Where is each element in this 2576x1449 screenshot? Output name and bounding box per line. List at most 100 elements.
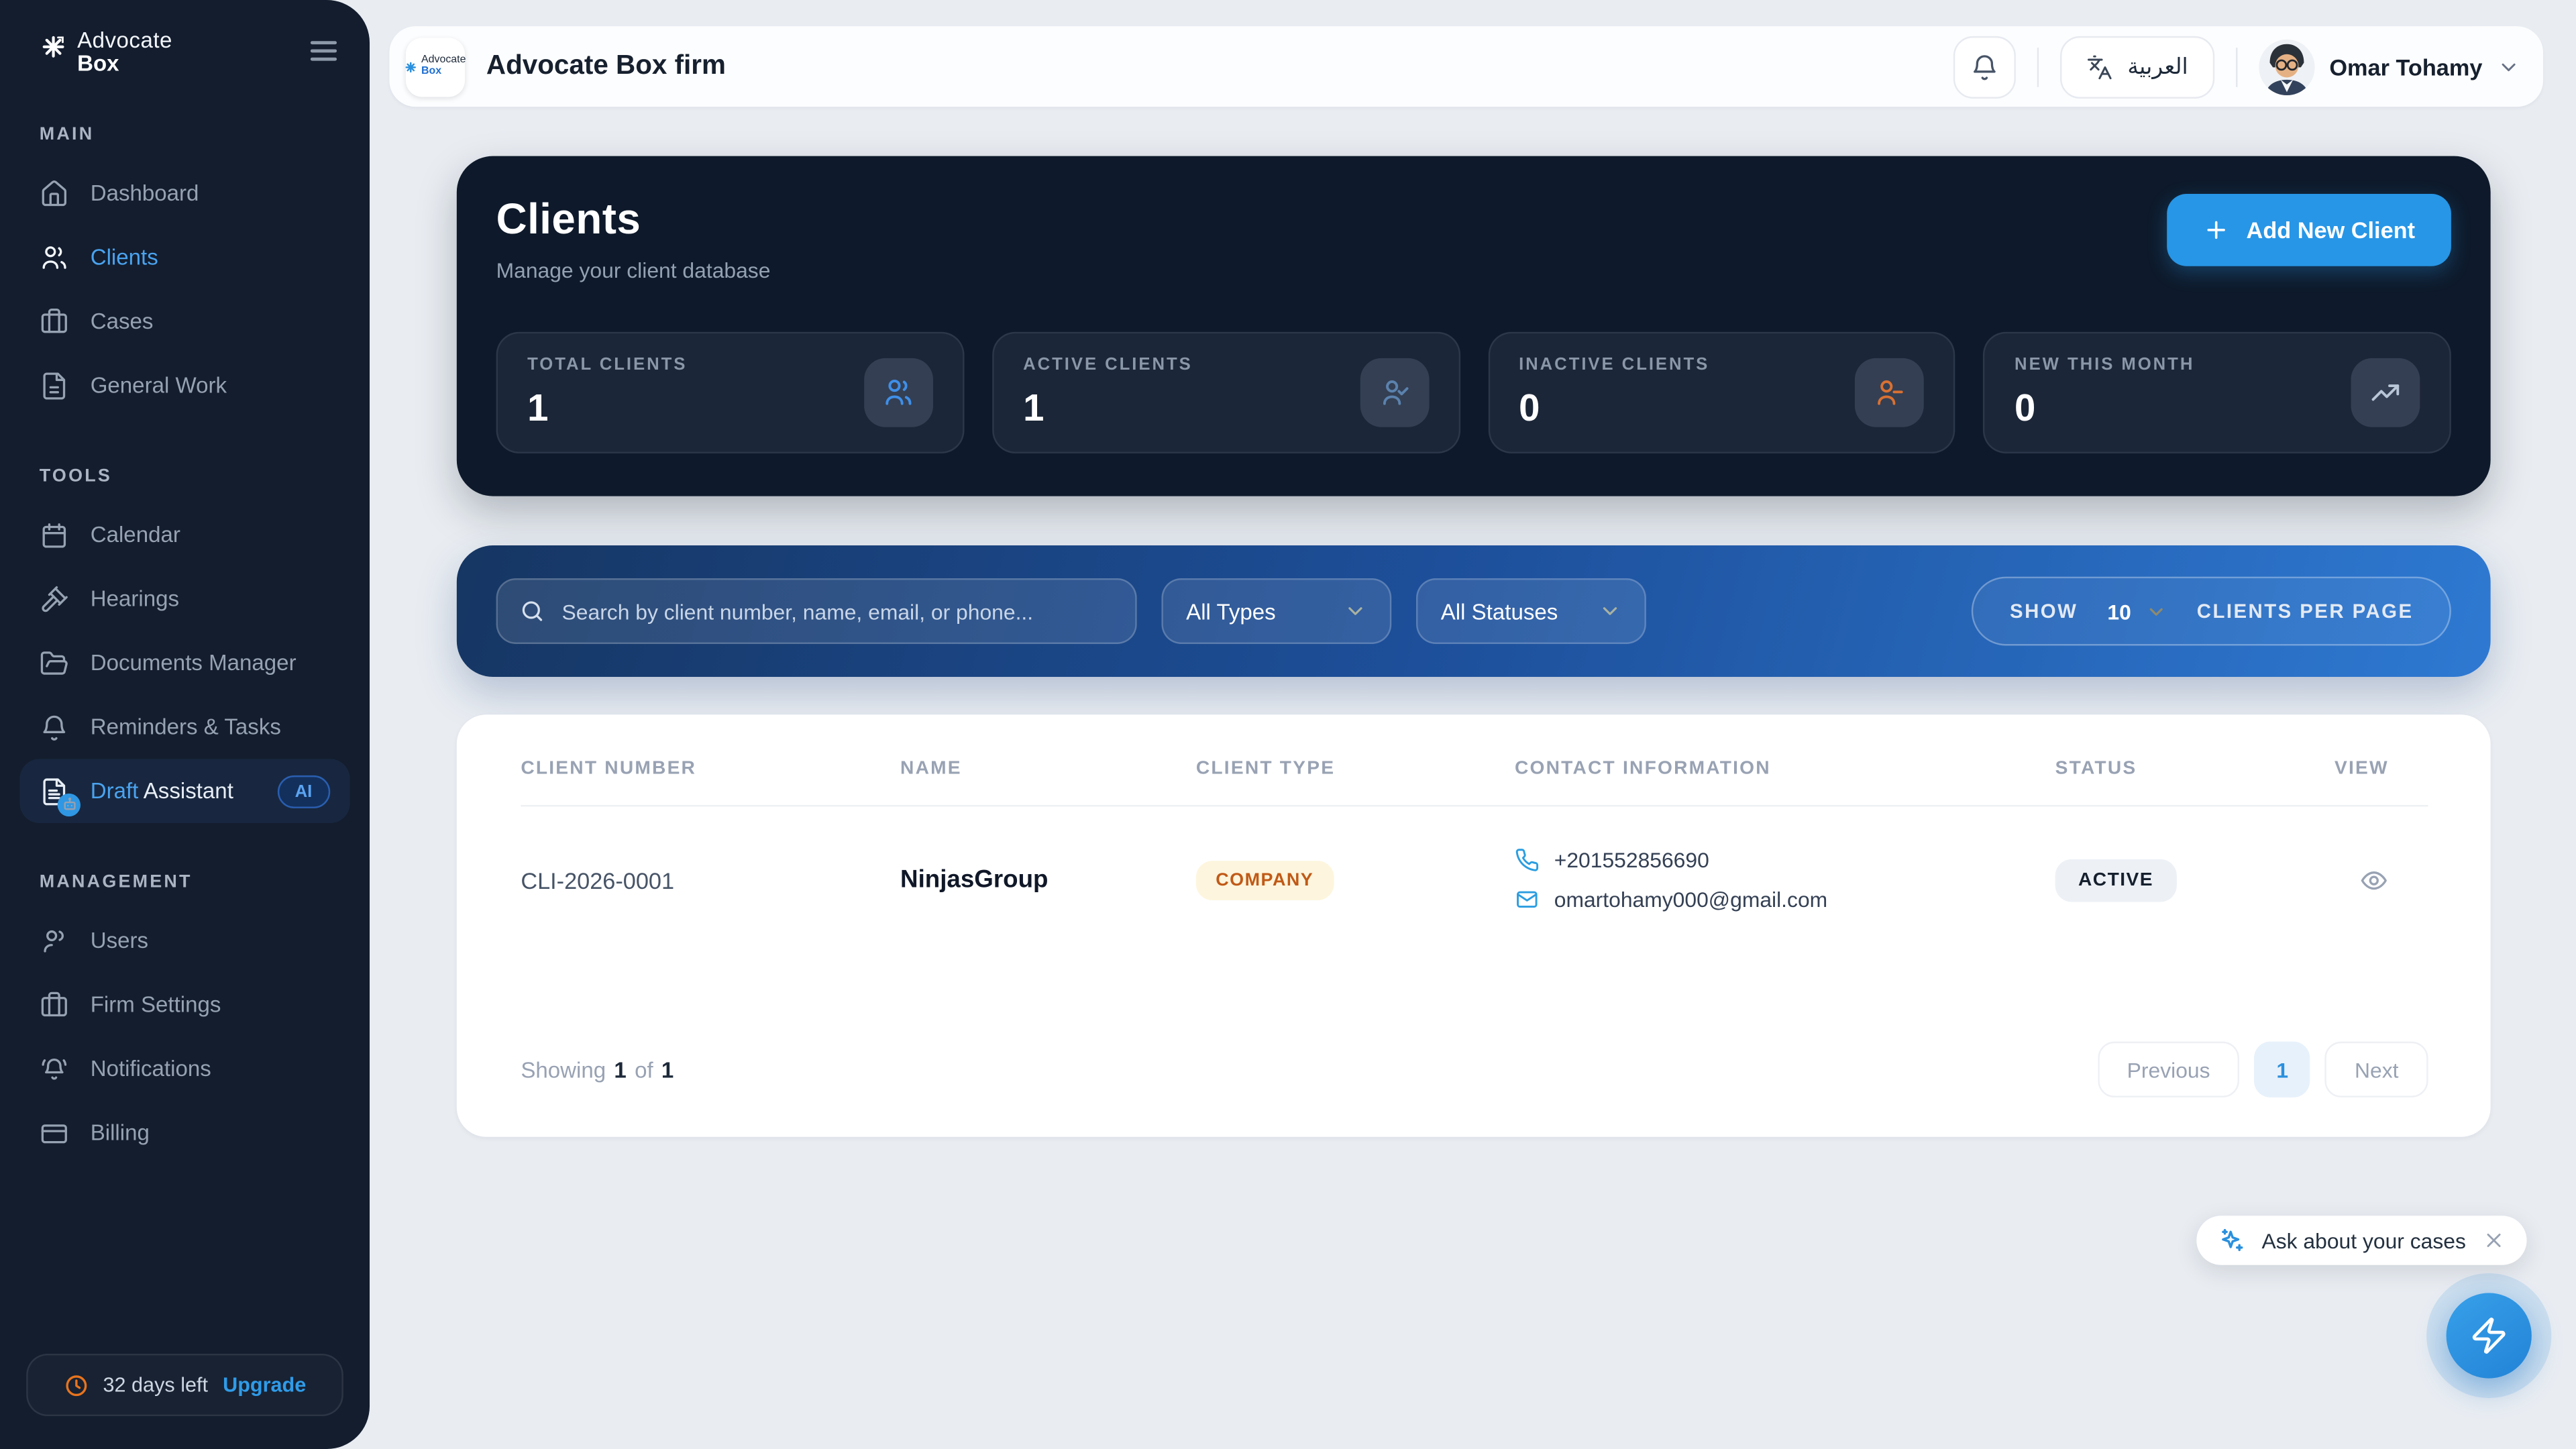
bell-icon bbox=[40, 712, 69, 742]
stat-value: 1 bbox=[1023, 386, 1193, 431]
sidebar-item-billing[interactable]: Billing bbox=[19, 1102, 350, 1166]
chevron-down-icon bbox=[1344, 600, 1366, 623]
column-header-client-number: CLIENT NUMBER bbox=[521, 759, 900, 778]
file-text-icon bbox=[40, 371, 69, 400]
assistant-tooltip-chip: Ask about your cases bbox=[2196, 1216, 2527, 1265]
show-label: SHOW bbox=[2010, 600, 2078, 623]
page-size-value: 10 bbox=[2107, 599, 2131, 624]
close-icon[interactable] bbox=[2482, 1229, 2505, 1252]
page-number-button[interactable]: 1 bbox=[2255, 1042, 2310, 1097]
sidebar-item-label: Documents Manager bbox=[91, 651, 297, 676]
briefcase-icon bbox=[40, 307, 69, 337]
stat-card-total-clients: TOTAL CLIENTS 1 bbox=[496, 332, 964, 453]
sidebar-item-users[interactable]: Users bbox=[19, 909, 350, 973]
sidebar-item-cases[interactable]: Cases bbox=[19, 290, 350, 354]
previous-page-button[interactable]: Previous bbox=[2098, 1042, 2240, 1097]
chevron-down-icon bbox=[2146, 600, 2167, 622]
client-type-cell: COMPANY bbox=[1196, 860, 1515, 900]
users-icon bbox=[864, 358, 933, 427]
user-name: Omar Tohamy bbox=[2329, 54, 2482, 80]
column-header-status: STATUS bbox=[2055, 759, 2334, 778]
notifications-bell-button[interactable] bbox=[1953, 36, 2016, 98]
sidebar-item-documents-manager[interactable]: Documents Manager bbox=[19, 631, 350, 696]
stats-row: TOTAL CLIENTS 1 ACTIVE CLIENTS 1 bbox=[496, 332, 2451, 453]
advocate-box-logo-icon bbox=[40, 33, 68, 61]
next-page-button[interactable]: Next bbox=[2325, 1042, 2428, 1097]
divider bbox=[2236, 47, 2237, 87]
stat-value: 0 bbox=[2015, 386, 2194, 431]
language-switch-button[interactable]: العربية bbox=[2060, 36, 2214, 98]
stat-value: 0 bbox=[1519, 386, 1709, 431]
add-new-client-button[interactable]: Add New Client bbox=[2167, 194, 2451, 266]
status-filter-dropdown[interactable]: All Statuses bbox=[1416, 578, 1646, 644]
bell-icon bbox=[1970, 52, 1999, 81]
sidebar-collapse-button[interactable] bbox=[307, 30, 340, 72]
upgrade-link[interactable]: Upgrade bbox=[223, 1373, 306, 1396]
app-viewport: Advocate Box MAIN Dashboard Clients Case… bbox=[0, 0, 2576, 1449]
sidebar-item-firm-settings[interactable]: Firm Settings bbox=[19, 973, 350, 1038]
search-input[interactable] bbox=[562, 599, 1114, 624]
stat-card-active-clients: ACTIVE CLIENTS 1 bbox=[992, 332, 1460, 453]
firm-logo-chip: Advocate Box bbox=[406, 37, 465, 96]
folder-open-icon bbox=[40, 649, 69, 678]
sidebar-item-label: Notifications bbox=[91, 1057, 211, 1082]
plus-icon bbox=[2204, 217, 2230, 243]
per-page-control: SHOW 10 CLIENTS PER PAGE bbox=[1972, 577, 2451, 646]
logo-line2: Box bbox=[77, 53, 172, 76]
sidebar-nav: MAIN Dashboard Clients Cases General Wor… bbox=[0, 76, 370, 1165]
client-type-badge: COMPANY bbox=[1196, 860, 1334, 900]
stat-label: TOTAL CLIENTS bbox=[527, 355, 687, 374]
sidebar-item-dashboard[interactable]: Dashboard bbox=[19, 162, 350, 226]
user-icon bbox=[40, 926, 69, 956]
type-filter-value: All Types bbox=[1186, 599, 1276, 624]
app-logo: Advocate Box bbox=[77, 30, 172, 76]
sidebar-item-label: Reminders & Tasks bbox=[91, 715, 281, 740]
topbar: Advocate Box Advocate Box firm العربية bbox=[389, 26, 2543, 107]
client-email: omartohamy000@gmail.com bbox=[1554, 887, 1827, 912]
status-filter-value: All Statuses bbox=[1441, 599, 1558, 624]
sidebar-item-label: Hearings bbox=[91, 587, 179, 612]
ai-robot-badge-icon bbox=[58, 793, 80, 816]
sidebar-item-label: Draft Assistant bbox=[91, 780, 233, 804]
sidebar-item-general-work[interactable]: General Work bbox=[19, 354, 350, 418]
sparkles-icon bbox=[2217, 1226, 2245, 1254]
clients-table-card: CLIENT NUMBER NAME CLIENT TYPE CONTACT I… bbox=[457, 714, 2491, 1136]
type-filter-dropdown[interactable]: All Types bbox=[1161, 578, 1391, 644]
sidebar-item-label: Clients bbox=[91, 246, 158, 270]
filter-bar: All Types All Statuses SHOW 10 CLIENTS P… bbox=[457, 545, 2491, 677]
sidebar-item-hearings[interactable]: Hearings bbox=[19, 568, 350, 632]
users-icon bbox=[40, 243, 69, 272]
user-minus-icon bbox=[1856, 358, 1925, 427]
table-footer: Showing 1 of 1 Previous 1 Next bbox=[521, 992, 2428, 1097]
eye-icon bbox=[2359, 865, 2389, 894]
sidebar-item-notifications[interactable]: Notifications bbox=[19, 1037, 350, 1102]
user-menu[interactable]: Omar Tohamy bbox=[2259, 39, 2520, 95]
search-icon bbox=[519, 598, 545, 624]
languages-icon bbox=[2086, 54, 2112, 80]
page-size-select[interactable]: 10 bbox=[2107, 599, 2167, 624]
sidebar-item-draft-assistant[interactable]: Draft Assistant AI bbox=[19, 759, 350, 824]
sidebar-item-label: Billing bbox=[91, 1121, 150, 1146]
stat-label: ACTIVE CLIENTS bbox=[1023, 355, 1193, 374]
sidebar-item-calendar[interactable]: Calendar bbox=[19, 503, 350, 568]
assistant-tooltip-text: Ask about your cases bbox=[2262, 1228, 2466, 1253]
trial-days-left: 32 days left bbox=[103, 1373, 208, 1396]
stat-label: NEW THIS MONTH bbox=[2015, 355, 2194, 374]
sidebar-item-label: Users bbox=[91, 929, 148, 954]
stat-label: INACTIVE CLIENTS bbox=[1519, 355, 1709, 374]
home-icon bbox=[40, 179, 69, 209]
section-label-tools: TOOLS bbox=[19, 467, 350, 486]
view-cell bbox=[2334, 865, 2428, 894]
stat-value: 1 bbox=[527, 386, 687, 431]
main-area: Advocate Box Advocate Box firm العربية bbox=[370, 0, 2576, 1449]
client-name-cell: NinjasGroup bbox=[900, 866, 1196, 894]
trial-status-chip: 32 days left Upgrade bbox=[26, 1354, 343, 1416]
sidebar-item-reminders-tasks[interactable]: Reminders & Tasks bbox=[19, 696, 350, 760]
client-phone: +201552856690 bbox=[1554, 848, 1709, 873]
view-client-button[interactable] bbox=[2354, 865, 2394, 894]
client-number-cell: CLI-2026-0001 bbox=[521, 867, 900, 893]
clients-hero-card: Clients Manage your client database Add … bbox=[457, 156, 2491, 496]
logo-line1: Advocate bbox=[77, 30, 172, 53]
ai-assistant-fab[interactable] bbox=[2447, 1293, 2532, 1378]
sidebar-item-clients[interactable]: Clients bbox=[19, 225, 350, 290]
